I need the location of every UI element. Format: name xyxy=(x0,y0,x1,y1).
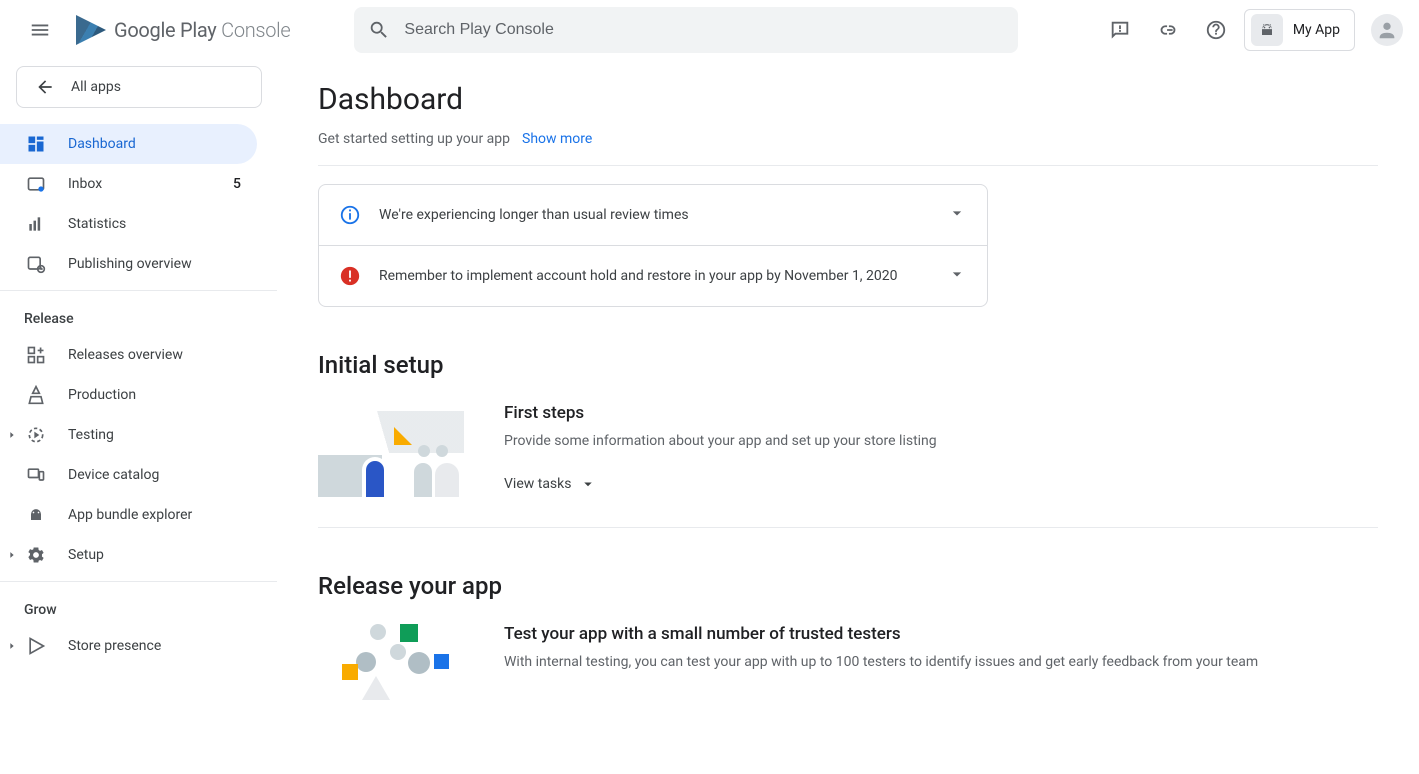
notice-text: We're experiencing longer than usual rev… xyxy=(379,207,929,223)
nav-publishing-overview[interactable]: Publishing overview xyxy=(0,244,257,284)
nav-setup[interactable]: Setup xyxy=(0,535,257,575)
all-apps-label: All apps xyxy=(71,79,121,95)
nav-label: Releases overview xyxy=(68,347,241,363)
section-heading-release-app: Release your app xyxy=(318,572,1378,600)
link-button[interactable] xyxy=(1148,10,1188,50)
product-name: Google Play Console xyxy=(114,18,290,42)
nav-label: App bundle explorer xyxy=(68,507,241,523)
subtitle-text: Get started setting up your app xyxy=(318,131,510,147)
devices-icon xyxy=(24,465,48,485)
nav-header-grow: Grow xyxy=(0,588,277,626)
notice-info[interactable]: We're experiencing longer than usual rev… xyxy=(319,185,987,245)
nav-label: Testing xyxy=(68,427,241,443)
main-content: Dashboard Get started setting up your ap… xyxy=(278,60,1378,774)
person-icon xyxy=(1376,19,1398,41)
menu-button[interactable] xyxy=(16,6,64,54)
nav-device-catalog[interactable]: Device catalog xyxy=(0,455,257,495)
announce-icon xyxy=(1109,19,1131,41)
help-icon xyxy=(1205,19,1227,41)
nav-label: Dashboard xyxy=(68,136,241,152)
app-selector[interactable]: My App xyxy=(1244,9,1355,51)
hamburger-icon xyxy=(29,19,51,41)
search-input[interactable] xyxy=(404,21,1004,39)
error-icon xyxy=(339,265,361,287)
header-actions: My App xyxy=(1100,9,1403,51)
play-logo-icon xyxy=(76,15,106,45)
nav-section-release: Release Releases overview Production xyxy=(0,291,277,582)
nav-statistics[interactable]: Statistics xyxy=(0,204,257,244)
android-icon xyxy=(1251,14,1283,46)
help-button[interactable] xyxy=(1196,10,1236,50)
nav-label: Store presence xyxy=(68,638,241,654)
play-outline-icon xyxy=(24,636,48,656)
first-steps-illustration xyxy=(318,403,464,497)
card-description: With internal testing, you can test your… xyxy=(504,654,1258,670)
releases-icon xyxy=(24,345,48,365)
search-bar[interactable] xyxy=(354,7,1018,53)
statistics-icon xyxy=(24,214,48,234)
section-heading-initial-setup: Initial setup xyxy=(318,351,1378,379)
caret-right-icon xyxy=(4,641,20,651)
test-app-body: Test your app with a small number of tru… xyxy=(504,624,1258,704)
search-icon xyxy=(368,19,390,41)
notice-text: Remember to implement account hold and r… xyxy=(379,268,929,284)
card-description: Provide some information about your app … xyxy=(504,433,937,449)
sidebar: All apps Dashboard Inbox 5 Statisti xyxy=(0,60,278,774)
nav-label: Publishing overview xyxy=(68,256,241,272)
chevron-down-icon xyxy=(579,475,597,493)
bundle-icon xyxy=(24,505,48,525)
dashboard-icon xyxy=(24,134,48,154)
page-title: Dashboard xyxy=(318,82,1378,117)
nav-section-primary: Dashboard Inbox 5 Statistics Publishing xyxy=(0,118,277,291)
announcements-button[interactable] xyxy=(1100,10,1140,50)
first-steps-body: First steps Provide some information abo… xyxy=(504,403,937,497)
nav-inbox[interactable]: Inbox 5 xyxy=(0,164,257,204)
nav-header-release: Release xyxy=(0,297,277,335)
notice-error[interactable]: Remember to implement account hold and r… xyxy=(319,245,987,306)
testing-icon xyxy=(24,425,48,445)
testers-illustration xyxy=(318,624,464,704)
site-header: Google Play Console My App xyxy=(0,0,1419,60)
chevron-down-icon xyxy=(947,264,967,288)
arrow-left-icon xyxy=(35,77,55,97)
nav-label: Setup xyxy=(68,547,241,563)
show-more-link[interactable]: Show more xyxy=(522,131,592,147)
card-title: Test your app with a small number of tru… xyxy=(504,624,1258,644)
caret-right-icon xyxy=(4,550,20,560)
nav-releases-overview[interactable]: Releases overview xyxy=(0,335,257,375)
first-steps-card: First steps Provide some information abo… xyxy=(318,403,1378,528)
account-avatar[interactable] xyxy=(1371,14,1403,46)
inbox-badge: 5 xyxy=(233,176,241,192)
nav-production[interactable]: Production xyxy=(0,375,257,415)
nav-label: Statistics xyxy=(68,216,241,232)
card-title: First steps xyxy=(504,403,937,423)
chevron-down-icon xyxy=(947,203,967,227)
publishing-icon xyxy=(24,254,48,274)
subtitle: Get started setting up your app Show mor… xyxy=(318,131,1378,166)
nav-app-bundle-explorer[interactable]: App bundle explorer xyxy=(0,495,257,535)
view-tasks-button[interactable]: View tasks xyxy=(504,475,937,493)
link-icon xyxy=(1157,19,1179,41)
production-icon xyxy=(24,385,48,405)
search-container xyxy=(354,7,1018,53)
nav-dashboard[interactable]: Dashboard xyxy=(0,124,257,164)
nav-section-grow: Grow Store presence xyxy=(0,582,277,672)
nav-testing[interactable]: Testing xyxy=(0,415,257,455)
gear-icon xyxy=(24,545,48,565)
app-selector-label: My App xyxy=(1293,22,1340,38)
notice-panel: We're experiencing longer than usual rev… xyxy=(318,184,988,307)
product-logo[interactable]: Google Play Console xyxy=(76,15,290,45)
inbox-icon xyxy=(24,174,48,194)
all-apps-button[interactable]: All apps xyxy=(16,66,262,108)
view-tasks-label: View tasks xyxy=(504,476,571,492)
caret-right-icon xyxy=(4,430,20,440)
info-icon xyxy=(339,204,361,226)
nav-label: Device catalog xyxy=(68,467,241,483)
nav-store-presence[interactable]: Store presence xyxy=(0,626,257,666)
nav-label: Inbox xyxy=(68,176,213,192)
nav-label: Production xyxy=(68,387,241,403)
